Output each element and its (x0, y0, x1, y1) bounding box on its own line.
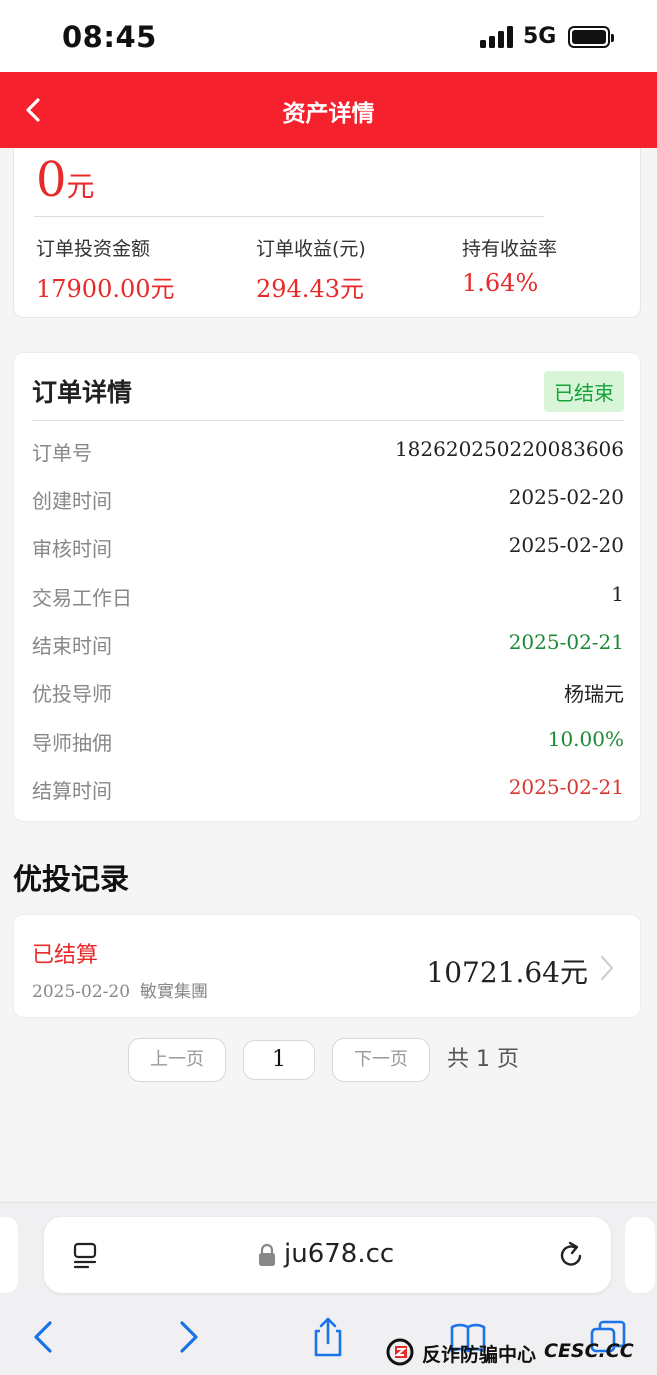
detail-value: 杨瑞元 (564, 682, 624, 706)
stat-value: 17900.00元 (36, 275, 175, 303)
share-icon[interactable] (308, 1315, 348, 1359)
record-company: 敏實集團 (140, 982, 209, 1002)
reload-icon[interactable] (555, 1239, 587, 1271)
prev-tab-preview[interactable] (0, 1217, 18, 1293)
record-status: 已结算 (32, 943, 99, 968)
browser-back-button[interactable] (24, 1315, 64, 1359)
stat-value: 1.64% (462, 269, 539, 297)
detail-row-settlement-time: 结算时间 2025-02-21 (32, 775, 624, 805)
divider (34, 216, 544, 217)
detail-value: 2025-02-21 (508, 775, 624, 799)
detail-value: 10.00% (547, 727, 624, 751)
detail-row-commission: 导师抽佣 10.00% (32, 727, 624, 757)
stat-return-rate: 持有收益率 1.64% (462, 234, 557, 297)
watermark-logo-icon (386, 1338, 414, 1366)
browser-forward-button[interactable] (168, 1315, 208, 1359)
asset-summary-card: 0元 订单投资金额 17900.00元 订单收益(元) 294.43元 持有收益… (13, 148, 641, 318)
detail-label: 结算时间 (32, 779, 112, 803)
lock-icon (259, 1243, 275, 1266)
detail-value: 2025-02-21 (508, 630, 624, 654)
stat-label: 订单收益(元) (256, 238, 366, 260)
detail-row-review-time: 审核时间 2025-02-20 (32, 533, 624, 563)
next-page-button[interactable]: 下一页 (332, 1038, 430, 1082)
stat-label: 订单投资金额 (36, 238, 151, 260)
total-value-number: 0 (36, 152, 67, 208)
records-title: 优投记录 (13, 862, 130, 896)
record-amount-number: 10721.64 (426, 956, 560, 989)
signal-icon (480, 26, 516, 48)
detail-value: 2025-02-20 (508, 485, 624, 509)
network-label: 5G (523, 24, 557, 49)
detail-row-trading-days: 交易工作日 1 (32, 582, 624, 612)
watermark-domain: CESC.CC (544, 1340, 634, 1362)
detail-label: 优投导师 (32, 682, 112, 706)
total-value: 0元 (36, 152, 95, 208)
page-total: 共 1 页 (447, 1047, 519, 1072)
next-tab-preview[interactable] (625, 1217, 655, 1293)
order-detail-card: 订单详情 已结束 订单号 182620250220083606 创建时间 202… (13, 352, 641, 822)
record-amount-unit: 元 (559, 956, 588, 989)
detail-row-end-time: 结束时间 2025-02-21 (32, 630, 624, 660)
status-time: 08:45 (62, 20, 157, 54)
record-amount: 10721.64元 (426, 951, 588, 991)
prev-page-button[interactable]: 上一页 (128, 1038, 226, 1082)
record-meta: 2025-02-20 敏實集團 (32, 977, 208, 1002)
total-value-unit: 元 (66, 170, 95, 203)
detail-row-created-time: 创建时间 2025-02-20 (32, 485, 624, 515)
detail-label: 结束时间 (32, 634, 112, 658)
stat-label: 持有收益率 (462, 238, 558, 260)
order-detail-title: 订单详情 (32, 378, 133, 407)
battery-icon (568, 26, 614, 48)
detail-label: 交易工作日 (32, 586, 132, 610)
stat-order-income: 订单收益(元) 294.43元 (256, 234, 366, 304)
stat-value: 294.43元 (256, 275, 364, 303)
page-title: 资产详情 (282, 101, 375, 127)
detail-row-order-number: 订单号 182620250220083606 (32, 437, 624, 467)
nav-bar: 资产详情 (0, 72, 657, 148)
detail-value: 182620250220083606 (394, 437, 624, 461)
detail-label: 创建时间 (32, 489, 112, 513)
list-item[interactable]: 已结算 2025-02-20 敏實集團 10721.64元 (13, 914, 641, 1018)
current-page-button[interactable]: 1 (243, 1040, 315, 1080)
detail-value: 1 (611, 582, 624, 606)
divider (32, 420, 624, 421)
record-date: 2025-02-20 (32, 982, 131, 1002)
status-badge: 已结束 (544, 371, 624, 412)
detail-label: 审核时间 (32, 537, 112, 561)
detail-label: 导师抽佣 (32, 731, 112, 755)
status-bar: 08:45 5G (0, 0, 657, 72)
watermark-text: 反诈防骗中心 (422, 1344, 537, 1366)
page-menu-icon[interactable] (70, 1239, 102, 1271)
detail-label: 订单号 (32, 441, 92, 465)
detail-row-mentor: 优投导师 杨瑞元 (32, 678, 624, 708)
address-bar[interactable]: ju678.cc (44, 1217, 611, 1293)
url-text: ju678.cc (284, 1239, 395, 1269)
chevron-right-icon (600, 955, 614, 981)
stat-investment-amount: 订单投资金额 17900.00元 (36, 234, 175, 304)
detail-value: 2025-02-20 (508, 533, 624, 557)
